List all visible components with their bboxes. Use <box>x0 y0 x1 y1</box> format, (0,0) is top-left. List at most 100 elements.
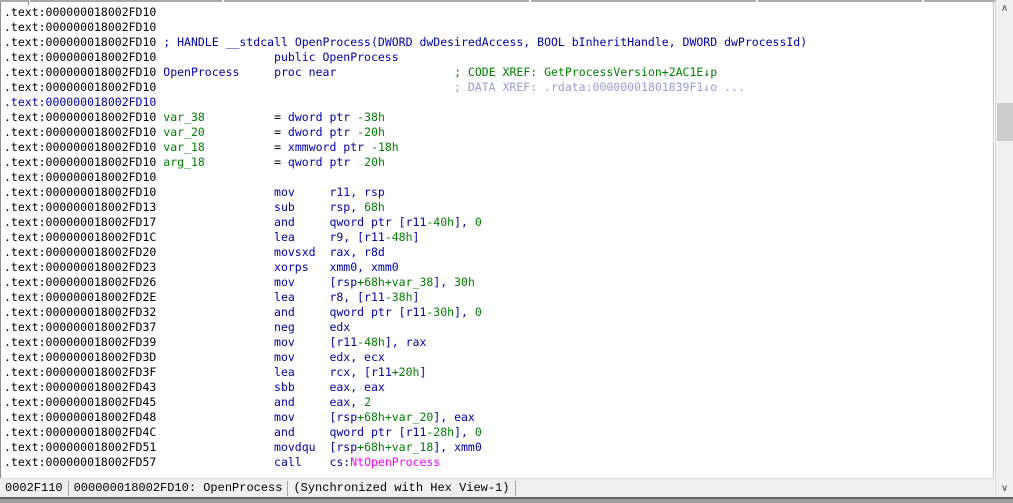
code-segment: .text:000000018002FD10 <box>4 80 157 94</box>
code-segment: var_38 <box>163 110 205 124</box>
code-segment: .text:000000018002FD13 <box>4 200 157 214</box>
listing-line[interactable]: .text:000000018002FD10 var_20 = dword pt… <box>4 125 991 140</box>
listing-line[interactable]: .text:000000018002FD51 movdqu [rsp+68h+v… <box>4 440 991 455</box>
scrollbar-down-arrow-icon[interactable]: ∨ <box>996 480 1013 497</box>
code-segment: qword ptr <box>287 155 365 169</box>
code-segment: .text:000000018002FD3F <box>4 365 157 379</box>
vertical-scrollbar[interactable]: ∧ ∨ <box>995 0 1013 497</box>
listing-line[interactable]: .text:000000018002FD13 sub rsp, 68h <box>4 200 991 215</box>
spacing <box>295 185 330 199</box>
code-segment: .text:000000018002FD57 <box>4 455 157 469</box>
code-segment: cs: <box>329 455 351 469</box>
code-segment: and <box>274 425 295 439</box>
listing-line[interactable]: .text:000000018002FD10 arg_18 = qword pt… <box>4 155 991 170</box>
listing-line[interactable]: .text:000000018002FD1C lea r9, [r11-48h] <box>4 230 991 245</box>
listing-line[interactable]: .text:000000018002FD45 and eax, 2 <box>4 395 991 410</box>
disassembly-listing[interactable]: .text:000000018002FD10 .text:000000018002… <box>4 5 991 473</box>
code-segment: .text:000000018002FD51 <box>4 440 157 454</box>
listing-line[interactable]: .text:000000018002FD3F lea rcx, [r11+20h… <box>4 365 991 380</box>
spacing <box>295 215 330 229</box>
code-segment: r8, [r11 <box>329 290 385 304</box>
spacing <box>295 350 330 364</box>
spacing <box>336 65 454 79</box>
code-segment: ], <box>454 305 475 319</box>
code-segment: and <box>274 305 295 319</box>
code-segment: .text:000000018002FD10 <box>4 95 157 109</box>
listing-line[interactable]: .text:000000018002FD4C and qword ptr [r1… <box>4 425 991 440</box>
code-segment: rax, r8d <box>329 245 385 259</box>
listing-line[interactable]: .text:000000018002FD10 <box>4 95 991 110</box>
spacing <box>156 380 274 394</box>
code-segment: .text:000000018002FD37 <box>4 320 157 334</box>
listing-line[interactable]: .text:000000018002FD2E lea r8, [r11-38h] <box>4 290 991 305</box>
listing-line[interactable]: .text:000000018002FD10 mov r11, rsp <box>4 185 991 200</box>
spacing <box>205 140 274 154</box>
code-segment: rcx, [r11 <box>329 365 392 379</box>
spacing <box>156 230 274 244</box>
code-segment: ; DATA XREF: .rdata:00000001801839F1↓o .… <box>454 80 745 94</box>
spacing <box>156 305 274 319</box>
code-segment: eax, eax <box>329 380 385 394</box>
code-segment: .text:000000018002FD45 <box>4 395 157 409</box>
listing-line[interactable]: .text:000000018002FD17 and qword ptr [r1… <box>4 215 991 230</box>
status-cell-0: 0002F110 <box>0 480 69 496</box>
tab-separator <box>529 0 531 2</box>
code-segment: -28h <box>426 425 455 439</box>
scrollbar-up-arrow-icon[interactable]: ∧ <box>996 0 1013 17</box>
code-segment: .text:000000018002FD2E <box>4 290 157 304</box>
spacing <box>156 320 274 334</box>
code-segment: .text:000000018002FD10 <box>4 140 157 154</box>
code-segment: .text:000000018002FD10 <box>4 5 157 19</box>
code-segment: .text:000000018002FD10 <box>4 20 157 34</box>
code-segment: .text:000000018002FD32 <box>4 305 157 319</box>
spacing <box>295 410 330 424</box>
code-segment: .text:000000018002FD10 <box>4 50 157 64</box>
scrollbar-thumb[interactable] <box>997 103 1013 141</box>
listing-line[interactable]: .text:000000018002FD26 mov [rsp+68h+var_… <box>4 275 991 290</box>
spacing <box>295 230 330 244</box>
code-segment: public OpenProcess <box>274 50 399 64</box>
code-segment: neg <box>274 320 295 334</box>
listing-line[interactable]: .text:000000018002FD57 call cs:NtOpenPro… <box>4 455 991 470</box>
spacing <box>302 455 330 469</box>
listing-line[interactable]: .text:000000018002FD43 sbb eax, eax <box>4 380 991 395</box>
listing-line[interactable]: .text:000000018002FD10 var_38 = dword pt… <box>4 110 991 125</box>
listing-line[interactable]: .text:000000018002FD10 public OpenProces… <box>4 50 991 65</box>
code-segment: 0 <box>474 425 482 439</box>
code-segment: mov <box>274 410 295 424</box>
listing-line[interactable]: .text:000000018002FD10 <box>4 170 991 185</box>
listing-line[interactable]: .text:000000018002FD37 neg edx <box>4 320 991 335</box>
code-segment: var_20 <box>163 125 205 139</box>
spacing <box>156 245 274 259</box>
listing-line[interactable]: .text:000000018002FD10 ; HANDLE __stdcal… <box>4 35 991 50</box>
listing-line[interactable]: .text:000000018002FD23 xorps xmm0, xmm0 <box>4 260 991 275</box>
code-segment: ] <box>412 230 420 244</box>
listing-line[interactable]: .text:000000018002FD10 <box>4 5 991 20</box>
code-segment: -38h <box>384 290 413 304</box>
spacing <box>156 260 274 274</box>
listing-line[interactable]: .text:000000018002FD10 var_18 = xmmword … <box>4 140 991 155</box>
listing-line[interactable]: .text:000000018002FD3D mov edx, ecx <box>4 350 991 365</box>
code-segment: ; HANDLE __stdcall OpenProcess(DWORD dwD… <box>163 35 808 49</box>
listing-line[interactable]: .text:000000018002FD32 and qword ptr [r1… <box>4 305 991 320</box>
listing-line[interactable]: .text:000000018002FD10 OpenProcess proc … <box>4 65 991 80</box>
code-segment: 30h <box>454 275 475 289</box>
spacing <box>295 395 330 409</box>
code-segment: .text:000000018002FD4C <box>4 425 157 439</box>
code-segment: +20h <box>391 365 420 379</box>
listing-line[interactable]: .text:000000018002FD10 ; DATA XREF: .rda… <box>4 80 991 95</box>
spacing <box>295 335 330 349</box>
code-segment: ], <box>433 275 455 289</box>
spacing <box>156 410 274 424</box>
listing-line[interactable]: .text:000000018002FD39 mov [r11-48h], ra… <box>4 335 991 350</box>
docked-window-edge <box>0 497 1013 503</box>
listing-line[interactable]: .text:000000018002FD48 mov [rsp+68h+var_… <box>4 410 991 425</box>
spacing <box>156 425 274 439</box>
code-segment: .text:000000018002FD10 <box>4 185 157 199</box>
listing-line[interactable]: .text:000000018002FD20 movsxd rax, r8d <box>4 245 991 260</box>
code-segment: mov <box>274 350 295 364</box>
code-segment: -30h <box>426 305 455 319</box>
code-segment: dword ptr <box>287 125 358 139</box>
listing-line[interactable]: .text:000000018002FD10 <box>4 20 991 35</box>
spacing <box>156 335 274 349</box>
